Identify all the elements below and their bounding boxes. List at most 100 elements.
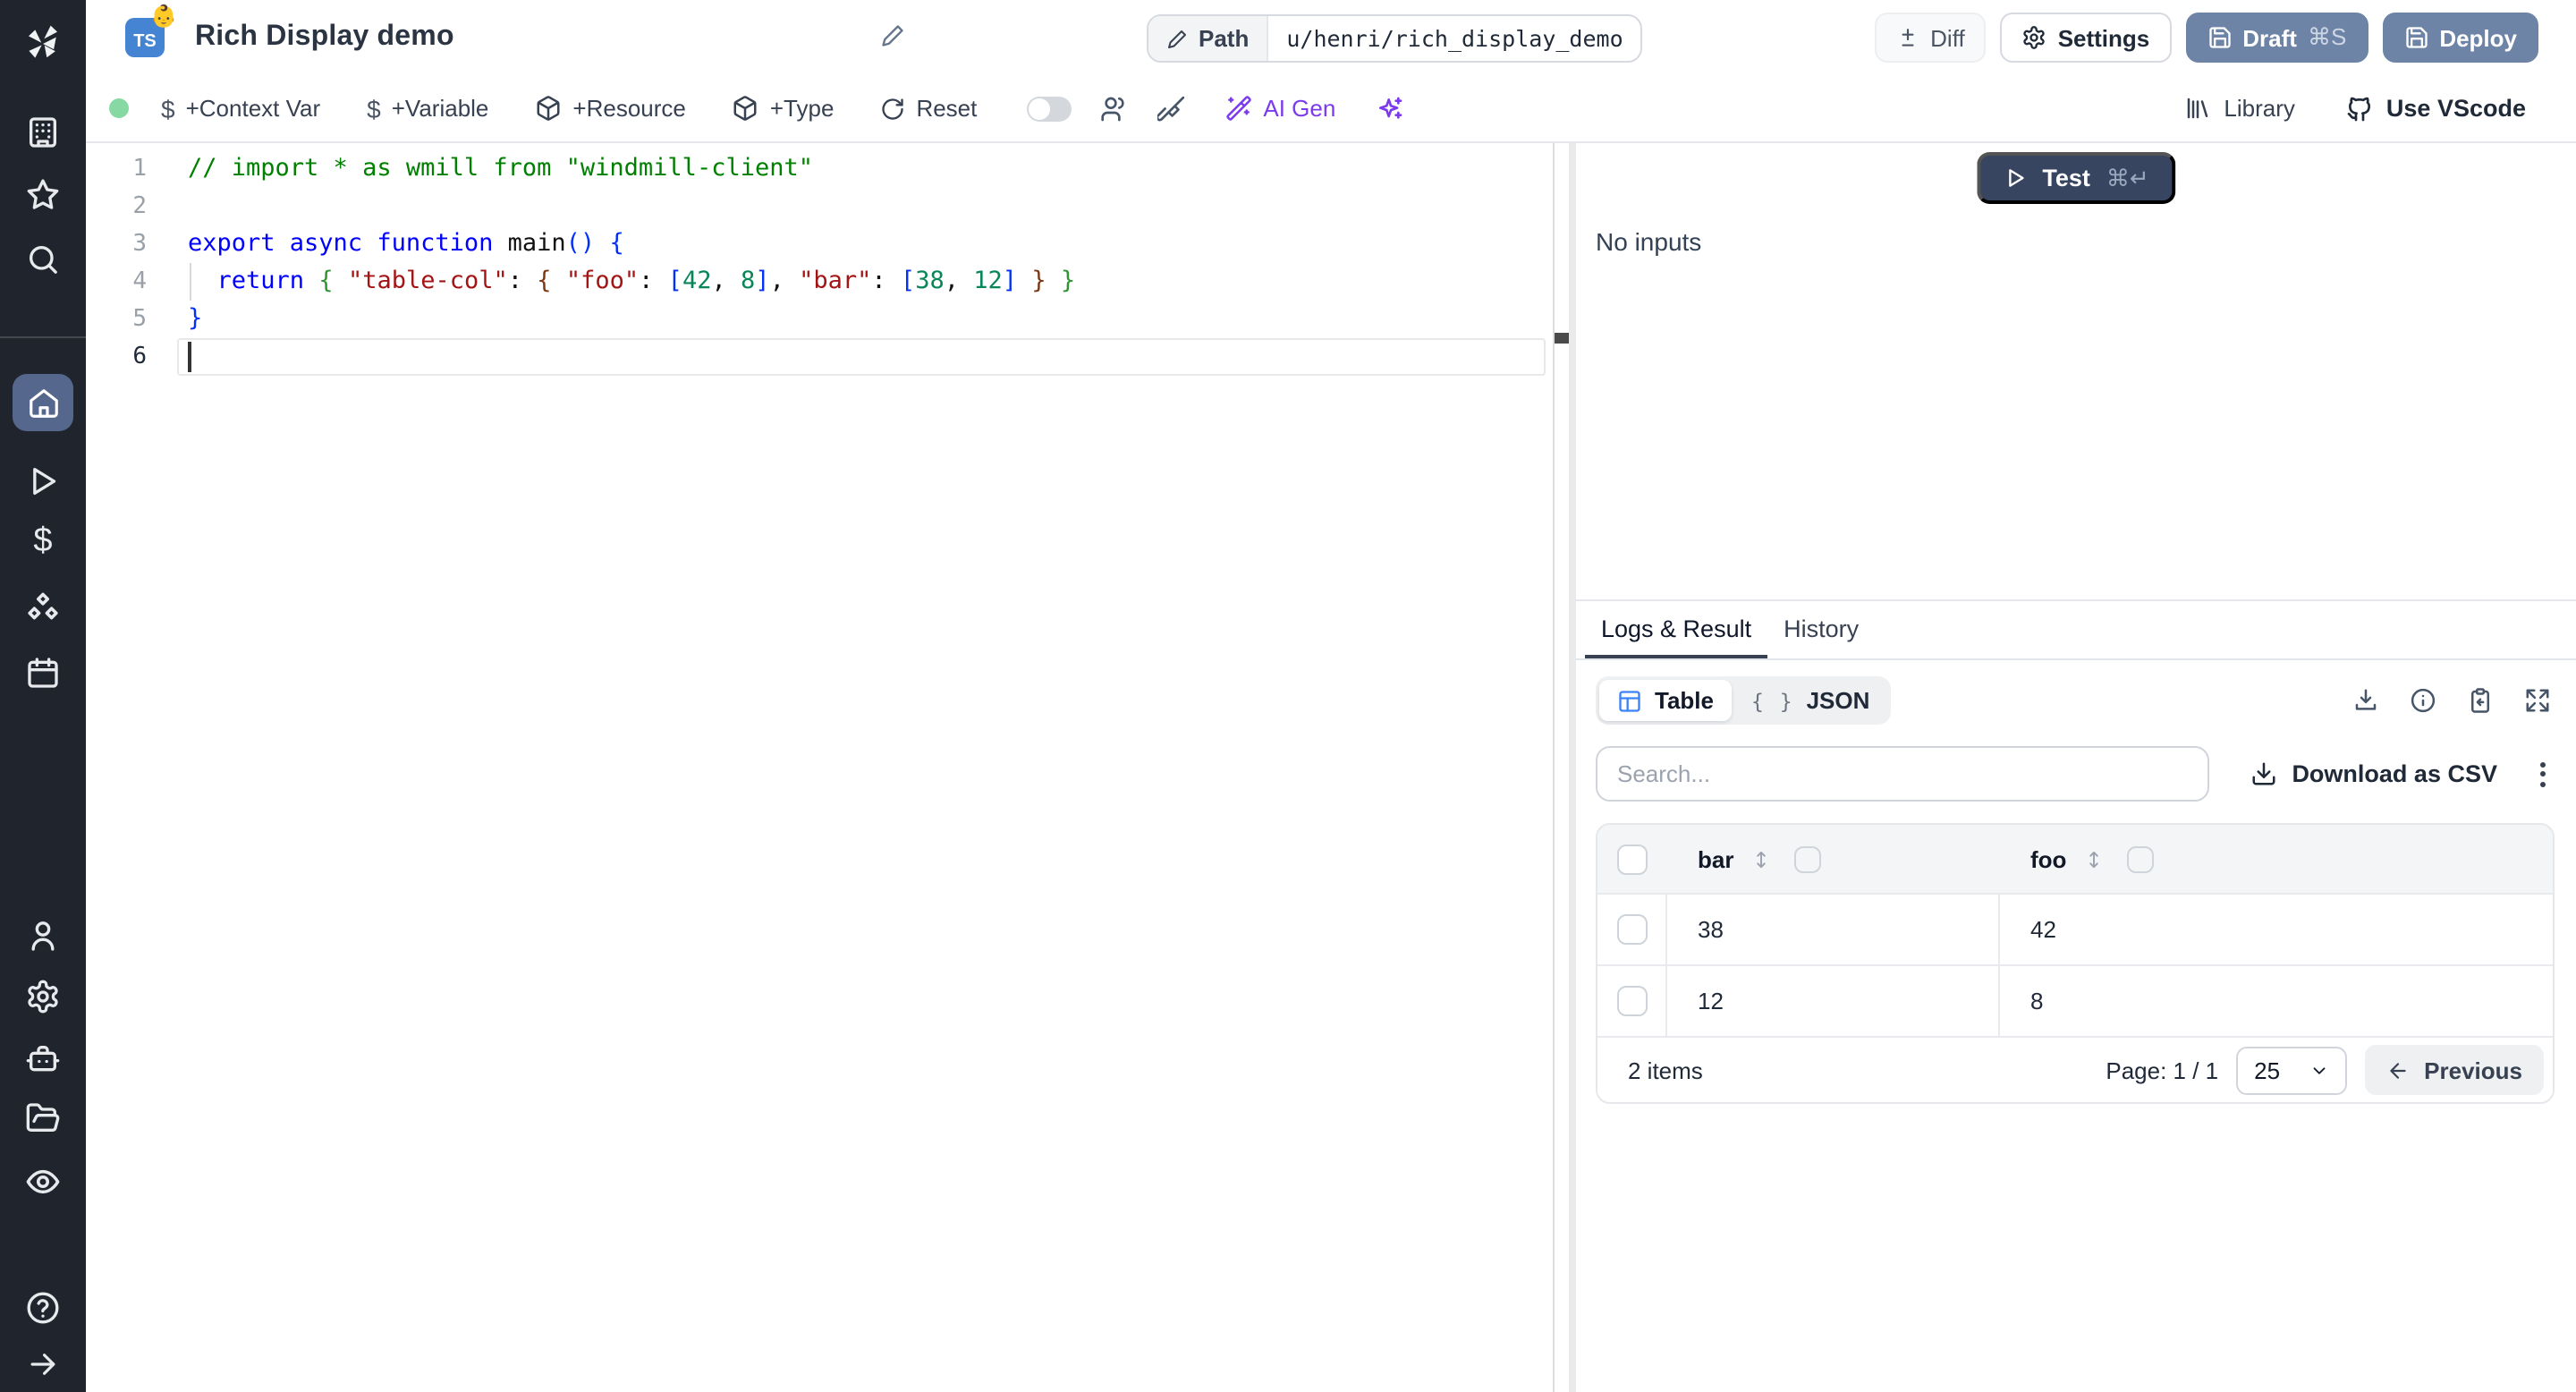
- add-context-var-button[interactable]: $ +Context Var: [161, 94, 320, 123]
- add-variable-button[interactable]: $ +Variable: [367, 94, 488, 123]
- items-count: 2 items: [1628, 1057, 1703, 1083]
- sidebar-item-variables[interactable]: $: [33, 522, 52, 562]
- sort-icon[interactable]: [2082, 847, 2106, 870]
- library-button[interactable]: Library: [2184, 95, 2295, 122]
- sidebar-item-audit-logs[interactable]: [24, 1163, 62, 1201]
- calendar-icon: [28, 658, 58, 688]
- pencil-icon: [1168, 30, 1186, 47]
- add-resource-button[interactable]: +Resource: [535, 95, 686, 122]
- chevron-down-icon: [2313, 1066, 2326, 1074]
- column-header-bar[interactable]: bar: [1698, 845, 1733, 872]
- editor-toolbar: $ +Context Var $ +Variable +Resource +Ty…: [86, 75, 2576, 143]
- table-row[interactable]: 38 42: [1597, 893, 2553, 964]
- page-size-select[interactable]: 25: [2236, 1046, 2348, 1094]
- play-icon: [2008, 169, 2023, 187]
- expand-icon[interactable]: [2524, 687, 2551, 714]
- format-brush-icon[interactable]: [1157, 94, 1186, 123]
- help-icon[interactable]: [25, 1290, 61, 1326]
- path-field[interactable]: Path u/henri/rich_display_demo: [1147, 14, 1643, 63]
- search-input[interactable]: [1596, 746, 2209, 802]
- top-bar: TS 👶 Rich Display demo Path u/henri/rich…: [86, 0, 2576, 75]
- reset-button[interactable]: Reset: [880, 95, 977, 122]
- add-type-button[interactable]: +Type: [733, 95, 834, 122]
- preview-panel: Test ⌘↵ No inputs Logs & Result History: [1576, 143, 2576, 1392]
- table-menu-kebab-icon[interactable]: [2540, 761, 2546, 786]
- folder-open-icon: [26, 1103, 60, 1133]
- home-icon: [29, 388, 57, 417]
- sidebar-item-home[interactable]: [13, 374, 73, 431]
- select-all-checkbox[interactable]: [1617, 844, 1648, 874]
- favorites-star-icon[interactable]: [25, 177, 61, 213]
- row-checkbox[interactable]: [1616, 986, 1647, 1016]
- overview-cursor-marker: [1555, 333, 1569, 344]
- path-label[interactable]: Path: [1148, 16, 1269, 61]
- row-checkbox[interactable]: [1616, 914, 1647, 945]
- gear-icon: [2024, 26, 2046, 49]
- view-json-button[interactable]: { } JSON: [1733, 680, 1887, 721]
- download-csv-button[interactable]: Download as CSV: [2250, 760, 2497, 787]
- sidebar-item-account[interactable]: [25, 918, 61, 954]
- current-line-highlight: [177, 338, 1546, 376]
- package-icon: [734, 96, 758, 121]
- diff-button[interactable]: Diff: [1875, 13, 1987, 63]
- expand-sidebar-arrow-icon[interactable]: [26, 1347, 60, 1381]
- table-row[interactable]: 12 8: [1597, 964, 2553, 1036]
- column-header-foo[interactable]: foo: [2030, 845, 2066, 872]
- sidebar-item-runs[interactable]: [25, 463, 61, 499]
- line-number: 4: [132, 268, 147, 295]
- multiplayer-users-icon[interactable]: [1100, 94, 1129, 123]
- windmill-app: $ TS 👶 Rich Display demo Path u/henri/ri…: [0, 0, 2576, 1392]
- library-icon: [2188, 98, 2208, 119]
- sparkles-icon[interactable]: [1375, 94, 1403, 123]
- download-result-icon[interactable]: [2352, 687, 2379, 714]
- code-editor[interactable]: 1 2 3 4 5 6 // import * as wmill from "windmi…: [86, 143, 1569, 1392]
- column-filter-box[interactable]: [1794, 845, 1822, 872]
- draft-shortcut: ⌘S: [2307, 23, 2347, 50]
- download-icon: [2252, 762, 2275, 785]
- save-icon: [2208, 27, 2230, 48]
- path-value[interactable]: u/henri/rich_display_demo: [1268, 16, 1640, 61]
- sidebar-item-settings[interactable]: [25, 979, 61, 1014]
- test-button[interactable]: Test ⌘↵: [1976, 152, 2176, 204]
- search-icon[interactable]: [25, 242, 61, 277]
- sidebar-item-workers[interactable]: [25, 1041, 61, 1077]
- tab-history[interactable]: History: [1767, 601, 1875, 658]
- wand-icon: [1226, 96, 1252, 121]
- info-icon[interactable]: [2410, 687, 2436, 714]
- page-indicator: Page: 1 / 1: [2106, 1057, 2219, 1083]
- sort-icon[interactable]: [1750, 847, 1773, 870]
- multiplayer-toggle[interactable]: [1027, 96, 1072, 121]
- result-table: bar foo 38 42 12 8 2 items Page: 1 / 1 2…: [1596, 823, 2555, 1104]
- draft-button[interactable]: Draft ⌘S: [2185, 13, 2368, 63]
- windmill-logo-icon[interactable]: [20, 18, 66, 64]
- results-section: Logs & Result History Table { } JSON Sea…: [1576, 601, 2576, 1392]
- use-vscode-button[interactable]: Use VScode: [2345, 94, 2526, 123]
- edit-summary-pencil-icon[interactable]: [880, 23, 905, 48]
- package-icon: [537, 96, 560, 121]
- code-line[interactable]: export async function main() {: [188, 225, 624, 263]
- dollar-icon: $: [161, 94, 175, 123]
- deploy-button[interactable]: Deploy: [2382, 13, 2538, 63]
- sidebar-item-resources[interactable]: [24, 590, 62, 628]
- copy-to-clipboard-icon[interactable]: [2467, 687, 2494, 714]
- sidebar-item-schedules[interactable]: [25, 655, 61, 691]
- page-title: Rich Display demo: [195, 21, 454, 52]
- eye-icon: [26, 1169, 60, 1194]
- code-line[interactable]: // import * as wmill from "windmill-clie…: [188, 150, 813, 188]
- previous-page-button[interactable]: Previous: [2365, 1045, 2544, 1095]
- column-filter-box[interactable]: [2127, 845, 2155, 872]
- view-switcher: Table { } JSON: [1596, 676, 1892, 725]
- ai-gen-button[interactable]: AI Gen: [1225, 95, 1335, 122]
- sidebar: $: [0, 0, 86, 1392]
- settings-button[interactable]: Settings: [2000, 13, 2172, 63]
- workspace-building-icon[interactable]: [25, 115, 61, 150]
- code-line[interactable]: return { "table-col": { "foo": [42, 8], …: [188, 263, 1076, 301]
- view-table-button[interactable]: Table: [1599, 680, 1732, 721]
- pane-splitter[interactable]: [1569, 143, 1576, 1392]
- sidebar-divider: [0, 336, 86, 338]
- code-line[interactable]: }: [188, 301, 202, 338]
- tab-logs-result[interactable]: Logs & Result: [1585, 601, 1768, 658]
- sidebar-item-folders[interactable]: [25, 1100, 61, 1136]
- inputs-section: Test ⌘↵ No inputs: [1576, 143, 2576, 601]
- table-icon: [1619, 690, 1640, 711]
